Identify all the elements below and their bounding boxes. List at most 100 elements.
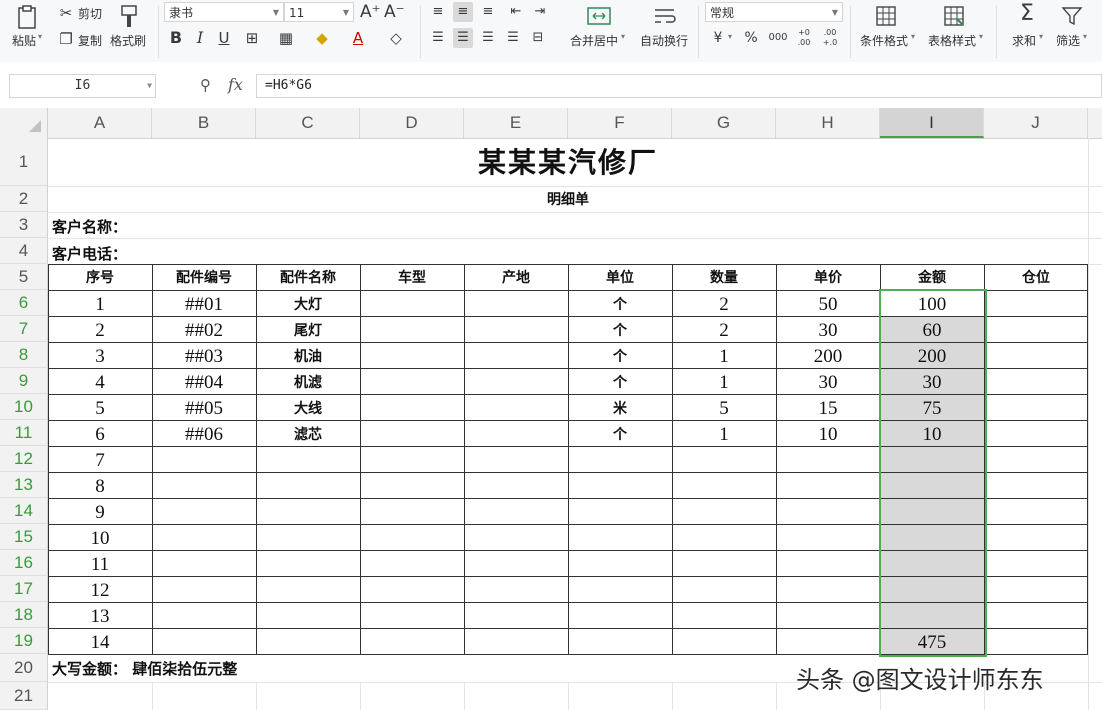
paste-icon[interactable] [14, 4, 40, 30]
item-name-cell[interactable]: 机油 [256, 342, 360, 368]
row-header[interactable]: 17 [0, 576, 48, 602]
item-number-cell[interactable]: 9 [48, 498, 152, 524]
item-qty-cell[interactable]: 1 [672, 342, 776, 368]
align-bottom-icon[interactable]: ≡ [478, 2, 498, 22]
item-unit-cell[interactable]: 个 [568, 368, 672, 394]
column-header-i[interactable]: I [880, 108, 984, 138]
item-number-cell[interactable]: 4 [48, 368, 152, 394]
distributed-icon[interactable]: ⊟ [528, 28, 548, 48]
item-price-cell[interactable]: 30 [776, 368, 880, 394]
item-number-cell[interactable]: 1 [48, 290, 152, 316]
decrease-decimal-button[interactable]: .00 +.0 [818, 28, 842, 48]
row-header[interactable]: 8 [0, 342, 48, 368]
item-number-cell[interactable]: 2 [48, 316, 152, 342]
font-size-select[interactable]: 11 ▼ [284, 2, 354, 22]
align-right-icon[interactable]: ☰ [478, 28, 498, 48]
item-code-cell[interactable]: ##06 [152, 420, 256, 446]
align-left-icon[interactable]: ☰ [428, 28, 448, 48]
sheet-subtitle[interactable]: 明细单 [48, 186, 1088, 212]
paste-dropdown-icon[interactable]: ▾ [38, 32, 42, 41]
chevron-down-icon[interactable]: ▾ [621, 32, 625, 41]
sum-icon[interactable]: Σ [1016, 3, 1038, 28]
header-cell[interactable]: 产地 [464, 264, 568, 290]
column-header-e[interactable]: E [464, 108, 568, 138]
row-header[interactable]: 3 [0, 212, 48, 238]
row-header[interactable]: 14 [0, 498, 48, 524]
item-unit-cell[interactable]: 个 [568, 420, 672, 446]
conditional-format-button[interactable]: 条件格式 [860, 32, 908, 49]
clear-format-icon[interactable]: ◇ [386, 28, 406, 48]
italic-button[interactable]: I [190, 28, 210, 48]
row-header[interactable]: 1 [0, 138, 48, 186]
font-color-icon[interactable]: A [348, 28, 368, 48]
item-price-cell[interactable]: 30 [776, 316, 880, 342]
copy-icon[interactable]: ❐ [56, 29, 76, 49]
chevron-down-icon[interactable]: ▾ [911, 32, 915, 41]
zoom-icon[interactable]: ⚲ [200, 76, 211, 94]
sum-button[interactable]: 求和 [1012, 32, 1036, 49]
item-qty-cell[interactable]: 2 [672, 316, 776, 342]
decrease-indent-icon[interactable]: ⇤ [506, 2, 526, 22]
row-header[interactable]: 11 [0, 420, 48, 446]
underline-button[interactable]: U [214, 28, 234, 48]
row-header[interactable]: 5 [0, 264, 48, 290]
item-qty-cell[interactable]: 2 [672, 290, 776, 316]
align-center-icon[interactable]: ☰ [453, 28, 473, 48]
merge-center-button[interactable]: 合并居中 [570, 32, 618, 49]
item-number-cell[interactable]: 12 [48, 576, 152, 602]
decrease-font-icon[interactable]: A⁻ [384, 2, 405, 22]
row-header[interactable]: 9 [0, 368, 48, 394]
align-top-icon[interactable]: ≡ [428, 2, 448, 22]
column-header-f[interactable]: F [568, 108, 672, 138]
copy-button[interactable]: 复制 [78, 32, 102, 49]
row-header[interactable]: 7 [0, 316, 48, 342]
paste-button[interactable]: 粘贴 [12, 32, 36, 49]
column-header-j[interactable]: J [984, 108, 1088, 138]
header-cell[interactable]: 数量 [672, 264, 776, 290]
row-header[interactable]: 19 [0, 628, 48, 654]
wrap-text-button[interactable]: 自动换行 [640, 32, 688, 49]
fx-button[interactable]: fx [228, 75, 243, 94]
row-header[interactable]: 13 [0, 472, 48, 498]
increase-indent-icon[interactable]: ⇥ [530, 2, 550, 22]
table-style-icon[interactable] [942, 4, 966, 28]
filter-icon[interactable] [1060, 4, 1084, 28]
item-qty-cell[interactable]: 1 [672, 368, 776, 394]
sheet-title[interactable]: 某某某汽修厂 [48, 138, 1088, 186]
wrap-text-icon[interactable] [652, 5, 678, 27]
filter-button[interactable]: 筛选 [1056, 32, 1080, 49]
item-code-cell[interactable]: ##03 [152, 342, 256, 368]
font-name-select[interactable]: 隶书 ▼ [164, 2, 284, 22]
item-number-cell[interactable]: 13 [48, 602, 152, 628]
header-cell[interactable]: 序号 [48, 264, 152, 290]
column-header-a[interactable]: A [48, 108, 152, 138]
column-header-h[interactable]: H [776, 108, 880, 138]
item-price-cell[interactable]: 10 [776, 420, 880, 446]
row-header[interactable]: 4 [0, 238, 48, 264]
item-code-cell[interactable]: ##04 [152, 368, 256, 394]
item-name-cell[interactable]: 大灯 [256, 290, 360, 316]
row-header[interactable]: 2 [0, 186, 48, 212]
item-number-cell[interactable]: 3 [48, 342, 152, 368]
chevron-down-icon[interactable]: ▾ [1083, 32, 1087, 41]
item-code-cell[interactable]: ##01 [152, 290, 256, 316]
item-name-cell[interactable]: 机滤 [256, 368, 360, 394]
item-name-cell[interactable]: 大线 [256, 394, 360, 420]
item-number-cell[interactable]: 7 [48, 446, 152, 472]
justify-icon[interactable]: ☰ [503, 28, 523, 48]
select-all-corner[interactable] [0, 108, 48, 138]
header-cell[interactable]: 配件编号 [152, 264, 256, 290]
column-header-b[interactable]: B [152, 108, 256, 138]
fill-color-icon[interactable]: ◆ [312, 28, 332, 48]
column-header-d[interactable]: D [360, 108, 464, 138]
scissors-icon[interactable]: ✂ [56, 3, 76, 23]
cut-button[interactable]: 剪切 [78, 5, 102, 22]
name-box[interactable]: I6 ▼ [9, 74, 156, 98]
item-number-cell[interactable]: 14 [48, 628, 152, 654]
header-cell[interactable]: 仓位 [984, 264, 1088, 290]
row-header[interactable]: 20 [0, 654, 48, 682]
item-unit-cell[interactable]: 个 [568, 290, 672, 316]
item-code-cell[interactable]: ##02 [152, 316, 256, 342]
header-cell[interactable]: 配件名称 [256, 264, 360, 290]
chevron-down-icon[interactable]: ▾ [979, 32, 983, 41]
